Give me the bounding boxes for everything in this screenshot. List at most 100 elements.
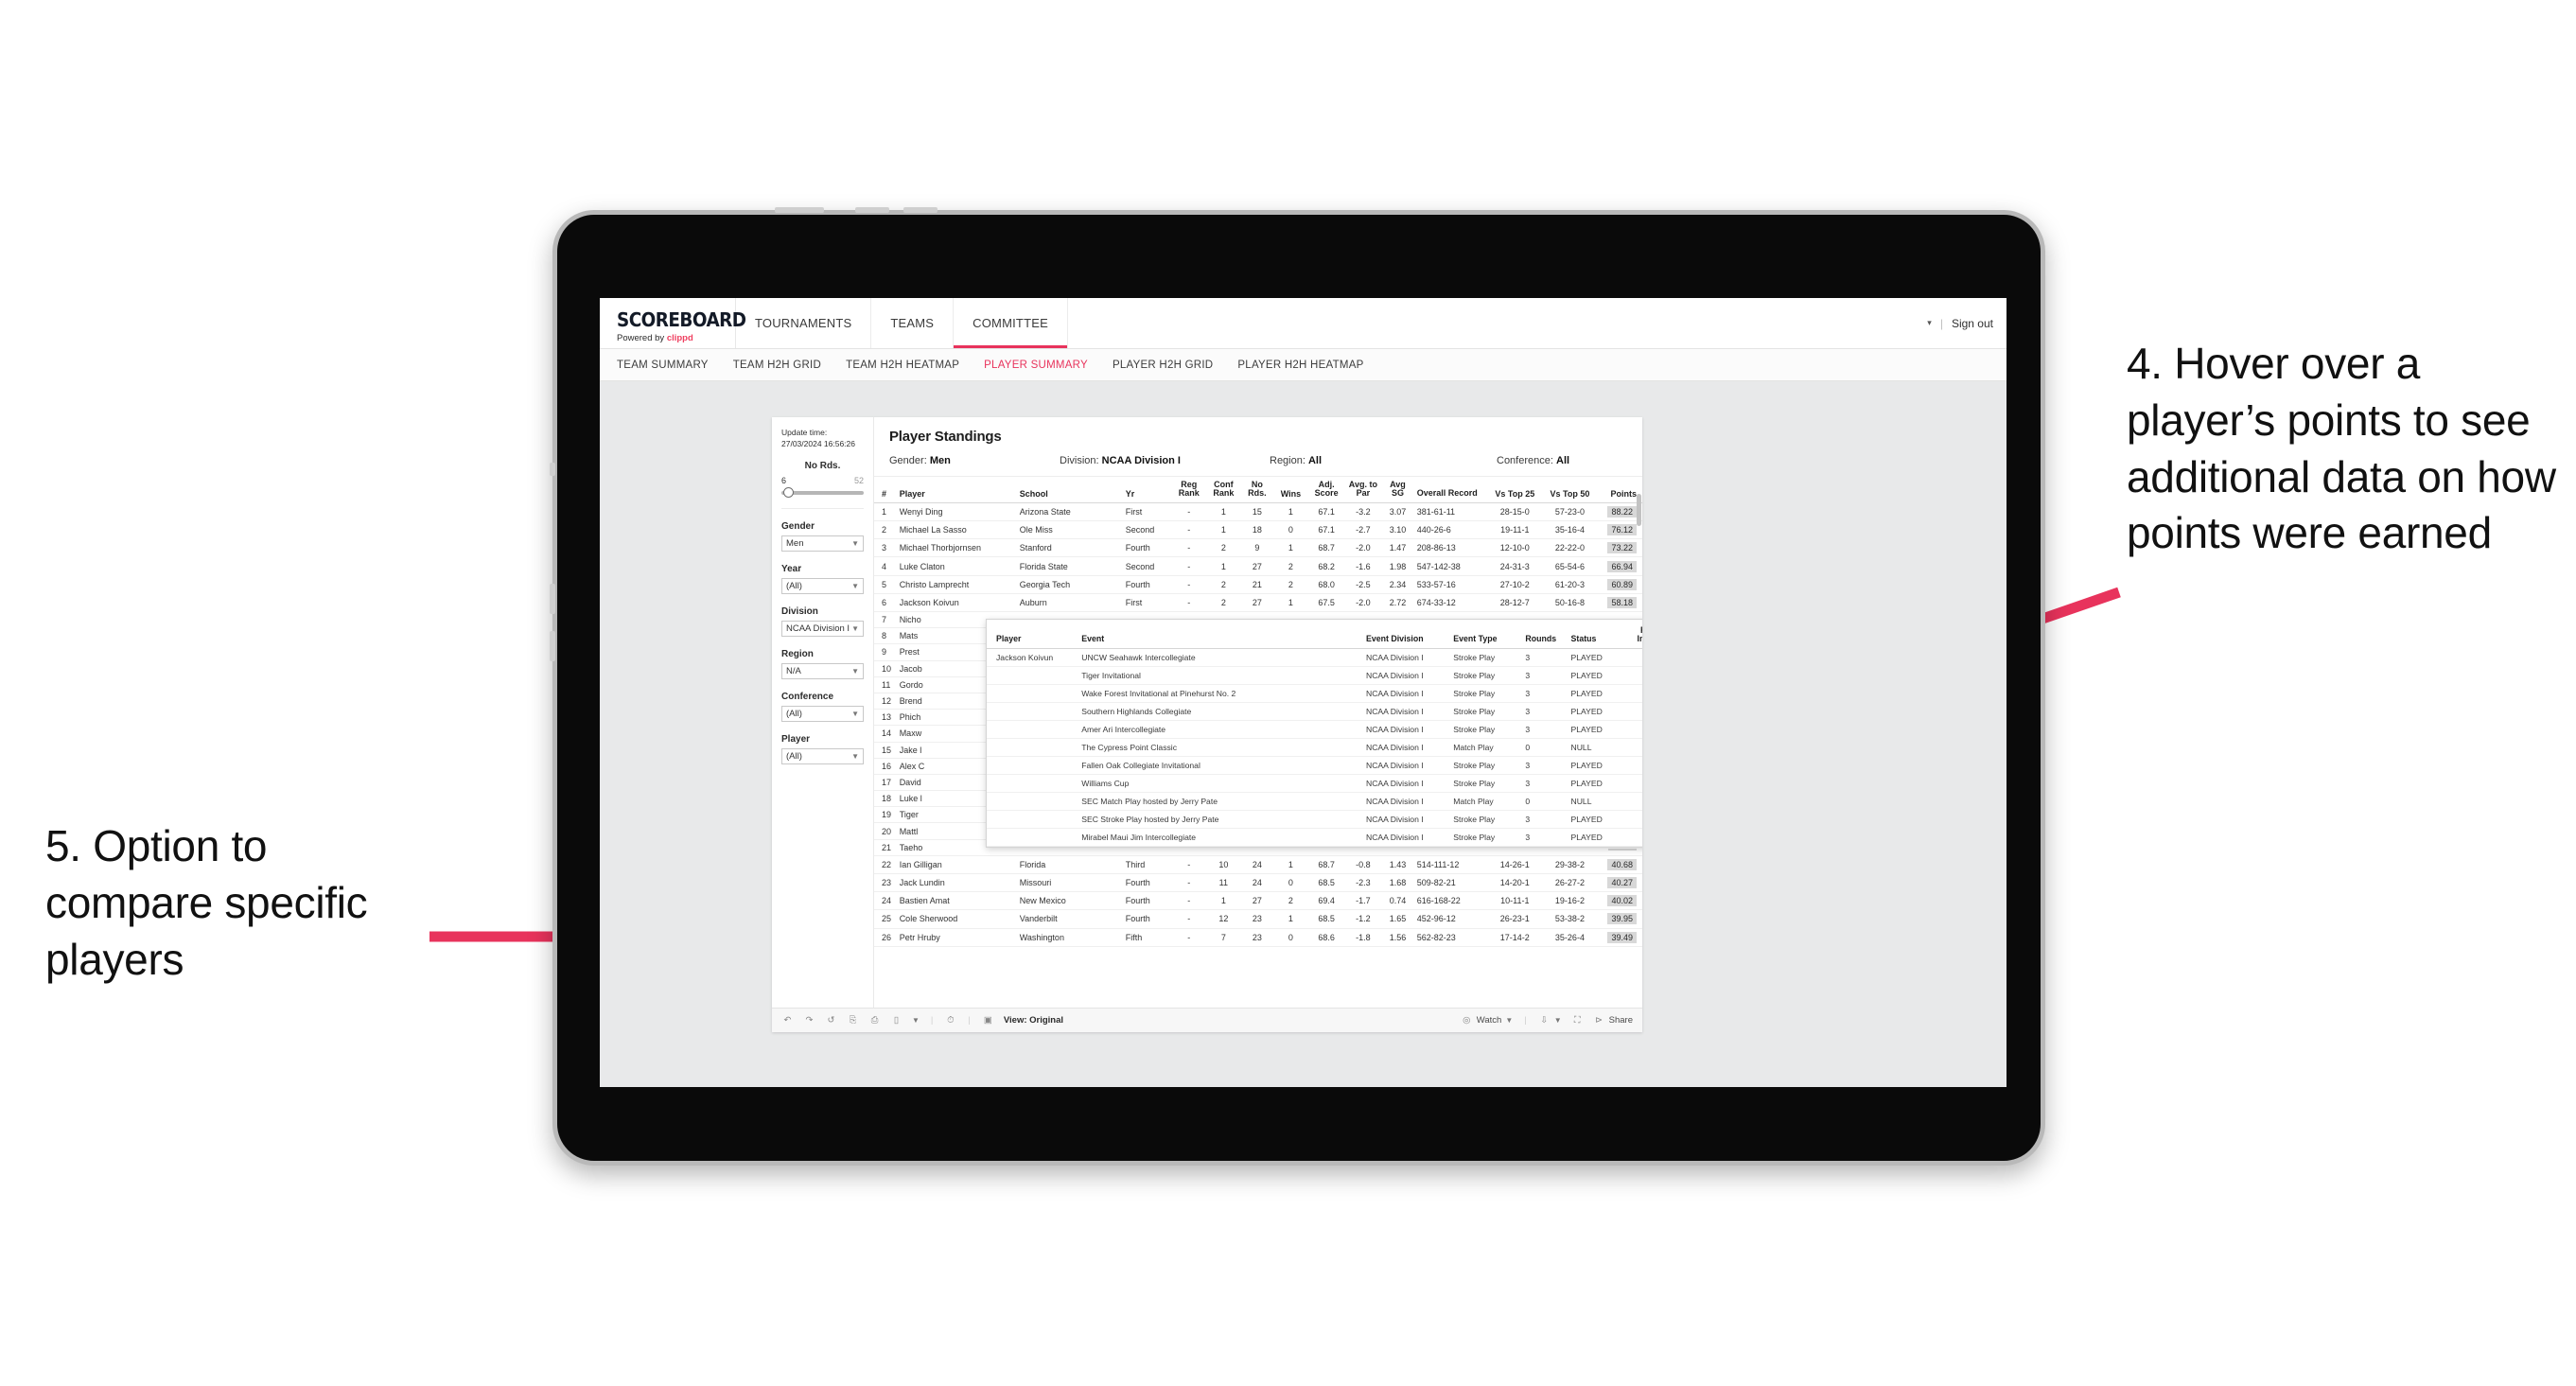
chevron-down-icon[interactable]: ▾ bbox=[1927, 318, 1932, 328]
filter-player-select[interactable]: (All) ▼ bbox=[781, 748, 864, 764]
download-button[interactable]: ⇩ ▼ bbox=[1538, 1014, 1561, 1026]
table-row[interactable]: 26 Petr Hruby Washington Fifth -7 23 0 68.6 -1.8… bbox=[874, 928, 1642, 947]
view-icon[interactable]: ▣ bbox=[982, 1014, 994, 1026]
table-row[interactable]: 22 Ian Gilligan Florida Third -10 24 1 68.7 -0.8… bbox=[874, 855, 1642, 875]
table-row[interactable]: 24 Bastien Amat New Mexico Fourth -1 27 2 69.4-… bbox=[874, 891, 1642, 911]
history-icon[interactable]: ⏱ bbox=[944, 1014, 956, 1026]
cell-no_rds: 18 bbox=[1240, 520, 1274, 540]
nav-committee[interactable]: COMMITTEE bbox=[954, 298, 1068, 348]
slider-handle[interactable] bbox=[783, 487, 794, 498]
redo-icon[interactable]: ↷ bbox=[803, 1014, 815, 1026]
share-button[interactable]: ⊳ Share bbox=[1593, 1014, 1633, 1026]
col-yr[interactable]: Yr bbox=[1122, 477, 1172, 503]
filter-division-select[interactable]: NCAA Division I ▼ bbox=[781, 621, 864, 637]
tip-cell-event: Southern Highlands Collegiate bbox=[1078, 702, 1362, 722]
points-chip[interactable]: 58.18 bbox=[1607, 596, 1637, 608]
points-chip[interactable]: 88.22 bbox=[1607, 505, 1637, 518]
tip-cell-event: The Cypress Point Classic bbox=[1078, 738, 1362, 758]
col-wins[interactable]: Wins bbox=[1273, 477, 1308, 503]
col-no-rds[interactable]: No Rds. bbox=[1240, 477, 1274, 503]
cell-points[interactable]: 40.27 bbox=[1597, 873, 1642, 893]
tooltip-row: Southern Highlands Collegiate NCAA Divisi… bbox=[987, 702, 1642, 722]
tip-cell-status: PLAYED bbox=[1567, 702, 1626, 722]
cell-vs_top50: 50-16-8 bbox=[1542, 593, 1598, 613]
table-row[interactable]: 4 Luke Claton Florida State Second -1 27 2 68.2… bbox=[874, 556, 1642, 576]
brand-logo[interactable]: SCOREBOARD Powered by clippd bbox=[600, 298, 746, 348]
standings-header-row: # Player School Yr Reg Rank Conf Rank No… bbox=[874, 477, 1642, 503]
table-row[interactable]: 25 Cole Sherwood Vanderbilt Fourth -12 23 1 68.… bbox=[874, 909, 1642, 929]
col-overall-record[interactable]: Overall Record bbox=[1413, 477, 1488, 503]
nav-tournaments[interactable]: TOURNAMENTS bbox=[736, 298, 872, 348]
subnav-player-h2h-grid[interactable]: PLAYER H2H GRID bbox=[1113, 360, 1213, 371]
col-conf-rank[interactable]: Conf Rank bbox=[1206, 477, 1241, 503]
tip-cell-rank_impact: + 1 bbox=[1625, 792, 1642, 812]
filter-region-select[interactable]: N/A ▼ bbox=[781, 663, 864, 679]
col-points[interactable]: Points bbox=[1597, 477, 1642, 503]
points-chip[interactable]: 39.95 bbox=[1607, 913, 1637, 925]
cell-points[interactable]: 73.22 bbox=[1597, 538, 1642, 558]
filter-year-select[interactable]: (All) ▼ bbox=[781, 578, 864, 594]
fullscreen-icon[interactable]: ⛶ bbox=[1571, 1014, 1584, 1026]
points-chip[interactable]: 73.22 bbox=[1607, 542, 1637, 554]
revert-icon[interactable]: ↺ bbox=[825, 1014, 837, 1026]
subnav-team-h2h-grid[interactable]: TEAM H2H GRID bbox=[733, 360, 821, 371]
points-chip[interactable]: 39.49 bbox=[1607, 931, 1637, 943]
refresh-data-icon[interactable]: ⎘ bbox=[847, 1014, 859, 1026]
filter-conference-select[interactable]: (All) ▼ bbox=[781, 706, 864, 722]
subnav-player-summary[interactable]: PLAYER SUMMARY bbox=[984, 360, 1088, 371]
table-row[interactable]: 6 Jackson Koivun Auburn First -2 27 1 67.5 -2.0 2… bbox=[874, 593, 1642, 613]
cell-points[interactable]: 39.49 bbox=[1597, 928, 1642, 947]
subnav-player-h2h-heatmap[interactable]: PLAYER H2H HEATMAP bbox=[1237, 360, 1363, 371]
no-rounds-slider[interactable] bbox=[781, 487, 864, 498]
tip-cell-status: PLAYED bbox=[1567, 756, 1626, 776]
col-adj-score[interactable]: Adj. Score bbox=[1307, 477, 1345, 503]
table-row[interactable]: 3 Michael Thorbjornsen Stanford Fourth -2 9 1 6… bbox=[874, 538, 1642, 558]
cell-points[interactable]: 40.02 bbox=[1597, 891, 1642, 911]
points-chip[interactable]: 40.02 bbox=[1607, 895, 1637, 907]
chevron-down-icon[interactable]: ▼ bbox=[912, 1016, 920, 1025]
chevron-down-icon: ▼ bbox=[1505, 1016, 1514, 1025]
nav-teams[interactable]: TEAMS bbox=[871, 298, 955, 348]
cell-points[interactable]: 76.12 bbox=[1597, 520, 1642, 540]
vertical-scrollbar[interactable] bbox=[1637, 494, 1641, 526]
undo-icon[interactable]: ↶ bbox=[781, 1014, 794, 1026]
points-chip[interactable]: 60.89 bbox=[1607, 578, 1637, 590]
brand-powered-prefix: Powered by bbox=[617, 332, 665, 343]
col-rank[interactable]: # bbox=[874, 477, 897, 503]
filter-conference-label: Conference bbox=[781, 692, 834, 702]
points-chip[interactable] bbox=[1608, 848, 1637, 851]
col-vs-top-25[interactable]: Vs Top 25 bbox=[1487, 477, 1543, 503]
watch-button[interactable]: ◎ Watch ▼ bbox=[1461, 1014, 1514, 1026]
cell-num: 13 bbox=[874, 709, 897, 727]
cell-points[interactable]: 66.94 bbox=[1597, 556, 1642, 576]
slider-min-value: 6 bbox=[781, 476, 787, 485]
table-row[interactable]: 2 Michael La Sasso Ole Miss Second -1 18 0 67.1… bbox=[874, 520, 1642, 540]
cell-school: Arizona State bbox=[1016, 502, 1123, 522]
col-avg-to-par[interactable]: Avg. to Par bbox=[1344, 477, 1382, 503]
cell-points[interactable]: 39.95 bbox=[1597, 909, 1642, 929]
points-chip[interactable]: 76.12 bbox=[1607, 524, 1637, 536]
table-row[interactable]: 5 Christo Lamprecht Georgia Tech Fourth -2 21… bbox=[874, 575, 1642, 594]
cell-points[interactable]: 58.18 bbox=[1597, 593, 1642, 613]
pause-auto-update-icon[interactable]: ⎙ bbox=[868, 1014, 881, 1026]
col-school[interactable]: School bbox=[1016, 477, 1123, 503]
subnav-team-summary[interactable]: TEAM SUMMARY bbox=[617, 360, 709, 371]
table-row[interactable]: 1 Wenyi Ding Arizona State First -1 15 1 67.1 -3… bbox=[874, 502, 1642, 522]
cell-points[interactable]: 60.89 bbox=[1597, 575, 1642, 594]
table-row[interactable]: 23 Jack Lundin Missouri Fourth -11 24 0 68.5 -2.… bbox=[874, 873, 1642, 893]
points-chip[interactable]: 66.94 bbox=[1607, 560, 1637, 572]
points-chip[interactable]: 40.27 bbox=[1607, 877, 1637, 889]
subnav-team-h2h-heatmap[interactable]: TEAM H2H HEATMAP bbox=[846, 360, 959, 371]
cell-points[interactable]: 40.68 bbox=[1597, 855, 1642, 875]
col-reg-rank[interactable]: Reg Rank bbox=[1171, 477, 1207, 503]
view-label[interactable]: View: Original bbox=[1004, 1015, 1063, 1026]
tip-cell-rank_impact: + 0 bbox=[1625, 720, 1642, 740]
col-vs-top-50[interactable]: Vs Top 50 bbox=[1542, 477, 1598, 503]
col-avg-sg[interactable]: Avg SG bbox=[1381, 477, 1414, 503]
col-player[interactable]: Player bbox=[896, 477, 1017, 503]
sign-out-link[interactable]: Sign out bbox=[1952, 317, 1993, 330]
cell-points[interactable]: 88.22 bbox=[1597, 502, 1642, 522]
device-layout-icon[interactable]: ▯ bbox=[890, 1014, 902, 1026]
filter-gender-select[interactable]: Men ▼ bbox=[781, 535, 864, 552]
points-chip[interactable]: 40.68 bbox=[1607, 858, 1637, 870]
